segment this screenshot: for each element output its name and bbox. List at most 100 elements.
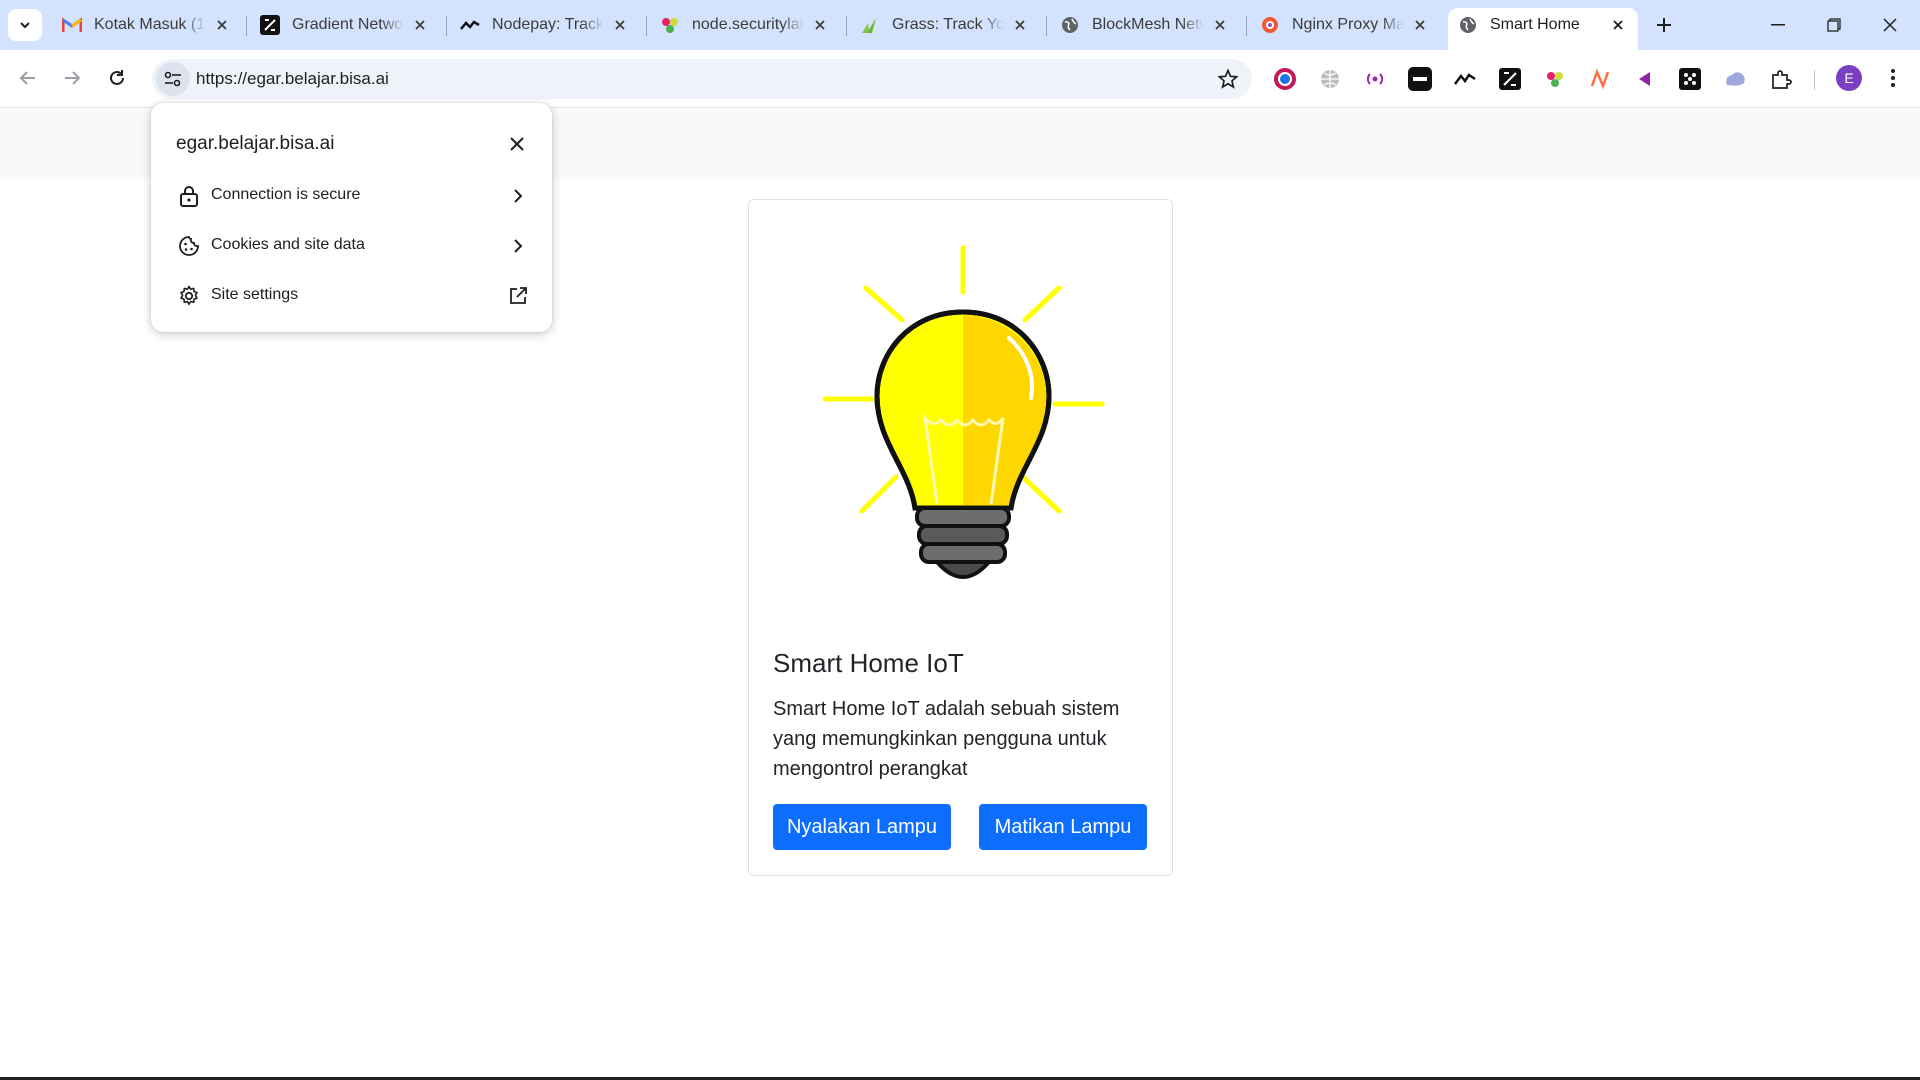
close-icon[interactable] — [610, 15, 630, 35]
tune-icon — [164, 71, 181, 87]
site-settings-row[interactable]: Site settings — [151, 271, 552, 321]
close-icon — [1883, 18, 1897, 32]
tab-title: Gradient Network — [292, 16, 404, 33]
turn-off-lamp-button[interactable]: Matikan Lampu — [979, 804, 1147, 850]
row-label: Cookies and site data — [211, 236, 365, 253]
tab-gmail[interactable]: Kotak Masuk (16 — [52, 8, 242, 42]
close-icon[interactable] — [1010, 15, 1030, 35]
profile-avatar[interactable]: E — [1836, 65, 1862, 91]
browser-menu-button[interactable] — [1880, 65, 1906, 91]
close-icon[interactable] — [1608, 15, 1628, 35]
popup-close-button[interactable] — [506, 133, 528, 155]
cookies-site-data-row[interactable]: Cookies and site data — [151, 221, 552, 271]
restore-button[interactable] — [1806, 0, 1862, 50]
address-bar[interactable]: https://egar.belajar.bisa.ai — [152, 59, 1252, 99]
row-label: Connection is secure — [211, 186, 361, 203]
extension-broadcast-icon[interactable] — [1363, 67, 1387, 91]
tab-title: Grass: Track Your — [892, 16, 1004, 33]
site-info-button[interactable] — [156, 62, 190, 96]
tab-search-button[interactable] — [8, 9, 42, 41]
extension-nodepay-icon[interactable] — [1453, 67, 1477, 91]
tab-nginx[interactable]: Nginx Proxy Manager — [1250, 8, 1440, 42]
row-label: Site settings — [211, 286, 299, 303]
chevron-down-icon — [20, 22, 30, 29]
tab-nodepay[interactable]: Nodepay: Track your — [450, 8, 640, 42]
tab-divider — [646, 16, 647, 36]
popup-domain: egar.belajar.bisa.ai — [176, 133, 335, 154]
gear-icon — [177, 284, 201, 308]
chevron-right-icon — [506, 234, 530, 258]
extension-cloud-icon[interactable] — [1723, 67, 1747, 91]
arrow-right-icon — [65, 71, 81, 85]
reload-button[interactable] — [100, 61, 134, 95]
card-description: Smart Home IoT adalah sebuah sistem yang… — [773, 698, 1120, 780]
close-window-button[interactable] — [1862, 0, 1918, 50]
extension-bybit-icon[interactable] — [1408, 67, 1432, 91]
nginx-icon — [1260, 15, 1280, 35]
tab-title: BlockMesh Network — [1092, 16, 1204, 33]
extension-ring-icon[interactable] — [1273, 67, 1297, 91]
back-button[interactable] — [11, 61, 45, 95]
tab-gradient[interactable]: Gradient Network — [250, 8, 440, 42]
browser-toolbar: https://egar.belajar.bisa.ai E — [0, 50, 1920, 108]
extension-globe-icon[interactable] — [1318, 67, 1342, 91]
gradient-icon — [260, 15, 280, 35]
extension-n-icon[interactable] — [1588, 67, 1612, 91]
more-vert-icon — [1891, 69, 1895, 87]
extension-triangle-icon[interactable] — [1633, 67, 1657, 91]
gmail-icon — [62, 15, 82, 35]
open-in-new-icon — [506, 284, 530, 308]
tab-securitylabs[interactable]: node.securitylabs — [650, 8, 840, 42]
securitylabs-icon — [660, 15, 680, 35]
plus-icon — [1657, 18, 1671, 32]
close-icon[interactable] — [212, 15, 232, 35]
globe-icon — [1458, 15, 1478, 35]
card-title: Smart Home IoT — [773, 648, 964, 678]
lock-icon — [177, 184, 201, 208]
restore-icon — [1827, 18, 1841, 32]
chevron-right-icon — [506, 184, 530, 208]
tab-title: Kotak Masuk (16 — [94, 16, 206, 33]
tab-divider — [1046, 16, 1047, 36]
close-icon — [510, 137, 524, 151]
tab-title: Smart Home — [1490, 16, 1580, 33]
arrow-left-icon — [19, 71, 35, 85]
tab-title: node.securitylabs — [692, 16, 804, 33]
lightbulb-image — [769, 220, 1154, 610]
tab-divider — [246, 16, 247, 36]
star-icon — [1218, 69, 1238, 89]
tab-title: Nginx Proxy Manager — [1292, 16, 1404, 33]
extension-securitylabs-icon[interactable] — [1543, 67, 1567, 91]
close-icon[interactable] — [1210, 15, 1230, 35]
toolbar-divider — [1814, 70, 1815, 90]
connection-secure-row[interactable]: Connection is secure — [151, 171, 552, 221]
turn-on-lamp-button[interactable]: Nyalakan Lampu — [773, 804, 951, 850]
tab-divider — [1246, 16, 1247, 36]
tab-blockmesh[interactable]: BlockMesh Network — [1050, 8, 1240, 42]
cookie-icon — [177, 234, 201, 258]
tab-strip: Kotak Masuk (16 Gradient Network Nodepay… — [0, 0, 1920, 50]
extension-gradient-icon[interactable] — [1498, 67, 1522, 91]
globe-icon — [1060, 15, 1080, 35]
nodepay-icon — [460, 15, 480, 35]
extensions-puzzle-icon[interactable] — [1769, 67, 1793, 91]
avatar-initial: E — [1844, 70, 1854, 86]
extension-dots-icon[interactable] — [1678, 67, 1702, 91]
close-icon[interactable] — [1410, 15, 1430, 35]
tab-divider — [846, 16, 847, 36]
reload-icon — [110, 70, 124, 85]
forward-button[interactable] — [55, 61, 89, 95]
minimize-button[interactable] — [1750, 0, 1806, 50]
close-icon[interactable] — [410, 15, 430, 35]
tab-title: Nodepay: Track your — [492, 16, 604, 33]
tab-grass[interactable]: Grass: Track Your — [850, 8, 1040, 42]
smart-home-card: Smart Home IoT Smart Home IoT adalah seb… — [748, 199, 1173, 876]
url-text[interactable]: https://egar.belajar.bisa.ai — [196, 69, 389, 89]
tab-smart-home[interactable]: Smart Home — [1448, 8, 1638, 50]
minimize-icon — [1771, 24, 1785, 26]
new-tab-button[interactable] — [1650, 11, 1678, 39]
close-icon[interactable] — [810, 15, 830, 35]
grass-icon — [860, 15, 880, 35]
site-info-popup: egar.belajar.bisa.ai Connection is secur… — [151, 103, 552, 332]
bookmark-button[interactable] — [1216, 67, 1240, 91]
